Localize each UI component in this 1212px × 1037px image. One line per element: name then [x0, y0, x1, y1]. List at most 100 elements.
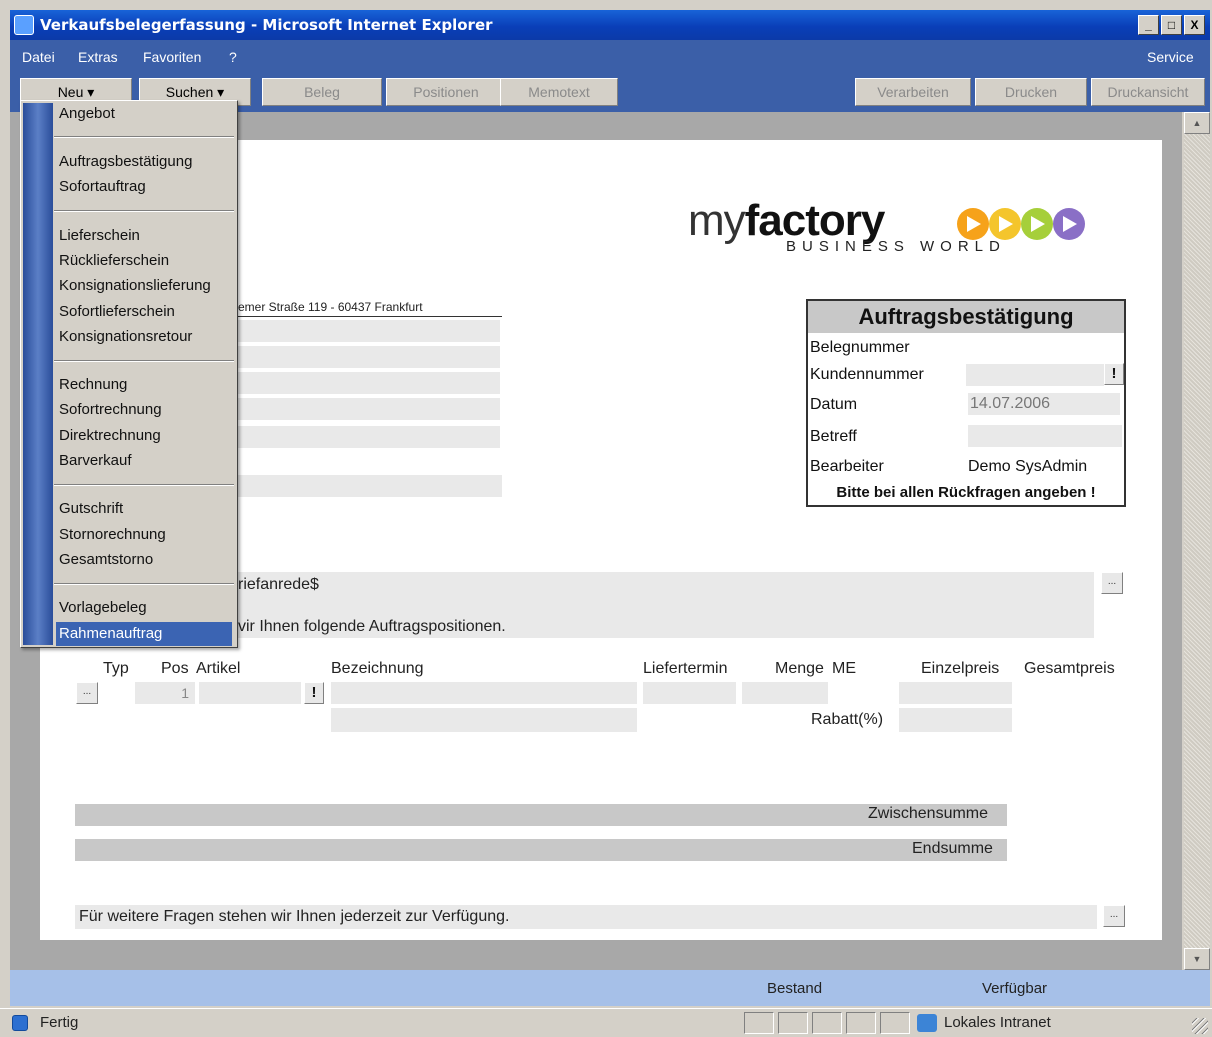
- address-line-1[interactable]: [236, 320, 500, 342]
- logo-arrows: [957, 208, 1085, 240]
- menu-help[interactable]: ?: [229, 49, 237, 65]
- address-line-2[interactable]: [236, 346, 500, 368]
- menu-item-direktrechnung[interactable]: Direktrechnung: [56, 424, 232, 448]
- menu-item-konsignationslieferung[interactable]: Konsignationslieferung: [56, 274, 232, 298]
- einzelpreis-field[interactable]: [899, 682, 1012, 704]
- minimize-button[interactable]: _: [1138, 15, 1159, 35]
- col-bezeichnung: Bezeichnung: [331, 660, 424, 677]
- menu-item-sofortrechnung[interactable]: Sofortrechnung: [56, 398, 232, 422]
- menu-item-rechnung[interactable]: Rechnung: [56, 373, 232, 397]
- menu-item-auftragsbestaetigung[interactable]: Auftragsbestätigung: [56, 150, 232, 174]
- endsumme-label: Endsumme: [912, 840, 993, 857]
- artikel-lookup-button[interactable]: !: [304, 682, 324, 704]
- menge-field[interactable]: [742, 682, 828, 704]
- menu-separator: [54, 583, 234, 585]
- close-button[interactable]: X: [1184, 15, 1205, 35]
- menu-item-sofortlieferschein[interactable]: Sofortlieferschein: [56, 300, 232, 324]
- address-divider: [236, 316, 502, 317]
- stock-info-bar: Bestand Verfügbar: [10, 970, 1210, 1006]
- menu-item-vorlagebeleg[interactable]: Vorlagebeleg: [56, 596, 232, 620]
- ie-icon: [14, 15, 34, 35]
- col-me: ME: [832, 660, 856, 677]
- intranet-zone-icon: [917, 1014, 937, 1032]
- menu-item-gutschrift[interactable]: Gutschrift: [56, 497, 232, 521]
- bezeichnung-extra-field[interactable]: [331, 708, 637, 732]
- menu-item-sofortauftrag[interactable]: Sofortauftrag: [56, 175, 232, 199]
- bearbeiter-value: Demo SysAdmin: [968, 458, 1088, 475]
- maximize-button[interactable]: □: [1161, 15, 1182, 35]
- belegnummer-label: Belegnummer: [810, 339, 910, 356]
- endsumme-bar: [75, 839, 1007, 861]
- page-done-icon: [12, 1015, 28, 1031]
- status-pane: [846, 1012, 876, 1034]
- bearbeiter-label: Bearbeiter: [810, 458, 884, 475]
- liefertermin-field[interactable]: [643, 682, 736, 704]
- datum-label: Datum: [810, 396, 858, 413]
- bezeichnung-field[interactable]: [331, 682, 637, 704]
- menu-service[interactable]: Service: [1147, 49, 1194, 65]
- verfuegbar-label: Verfügbar: [982, 980, 1048, 997]
- resize-grip-icon[interactable]: [1192, 1018, 1208, 1034]
- rabatt-label: Rabatt(%): [811, 711, 884, 728]
- menu-bar: Datei Extras Favoriten ? Service: [10, 40, 1210, 74]
- scroll-up-icon[interactable]: ▲: [1184, 112, 1210, 134]
- menu-separator: [54, 360, 234, 362]
- menu-item-ruecklieferschein[interactable]: Rücklieferschein: [56, 249, 232, 273]
- datum-field[interactable]: 14.07.2006: [968, 393, 1120, 415]
- menu-item-konsignationsretour[interactable]: Konsignationsretour: [56, 325, 232, 349]
- vertical-scrollbar[interactable]: ▲ ▼: [1184, 112, 1210, 970]
- status-text: Fertig: [40, 1014, 79, 1031]
- intro-text: vir Ihnen folgende Auftragspositionen.: [238, 618, 506, 635]
- verarbeiten-button[interactable]: Verarbeiten: [855, 78, 971, 106]
- druckansicht-button[interactable]: Druckansicht: [1091, 78, 1205, 106]
- menu-separator: [54, 484, 234, 486]
- document-type-title: Auftragsbestätigung: [808, 301, 1124, 333]
- scroll-down-icon[interactable]: ▼: [1184, 948, 1210, 970]
- betreff-field[interactable]: [968, 425, 1122, 447]
- memotext-button[interactable]: Memotext: [500, 78, 618, 106]
- positionen-button[interactable]: Positionen: [386, 78, 506, 106]
- status-pane: [744, 1012, 774, 1034]
- menu-item-lieferschein[interactable]: Lieferschein: [56, 224, 232, 248]
- kundennummer-lookup-button[interactable]: !: [1104, 363, 1124, 385]
- zwischensumme-label: Zwischensumme: [868, 805, 989, 822]
- col-einzelpreis: Einzelpreis: [921, 660, 1000, 677]
- status-bar: Fertig Lokales Intranet: [0, 1008, 1212, 1037]
- reference-hint: Bitte bei allen Rückfragen angeben !: [836, 484, 1096, 501]
- closing-edit-button[interactable]: ...: [1103, 905, 1125, 927]
- col-gesamtpreis: Gesamtpreis: [1024, 660, 1115, 677]
- artikel-field[interactable]: [199, 682, 301, 704]
- rabatt-field[interactable]: [899, 708, 1012, 732]
- kundennummer-label: Kundennummer: [810, 366, 924, 383]
- address-line-4[interactable]: [236, 398, 500, 420]
- pos-field[interactable]: 1: [135, 682, 195, 704]
- document-header-box: Auftragsbestätigung Belegnummer Kundennu…: [806, 299, 1126, 507]
- title-bar: Verkaufsbelegerfassung - Microsoft Inter…: [10, 10, 1210, 40]
- kundennummer-field[interactable]: [966, 364, 1104, 386]
- status-pane: [778, 1012, 808, 1034]
- col-typ: Typ: [103, 660, 129, 677]
- salutation-edit-button[interactable]: ...: [1101, 572, 1123, 594]
- menu-item-gesamtstorno[interactable]: Gesamtstorno: [56, 548, 232, 572]
- menu-item-stornorechnung[interactable]: Stornorechnung: [56, 523, 232, 547]
- address-line-6[interactable]: [236, 475, 502, 497]
- menu-favoriten[interactable]: Favoriten: [143, 49, 201, 65]
- menu-side-stripe: [23, 103, 53, 645]
- col-pos: Pos: [161, 660, 189, 677]
- status-pane: [812, 1012, 842, 1034]
- menu-datei[interactable]: Datei: [22, 49, 55, 65]
- menu-item-rahmenauftrag[interactable]: Rahmenauftrag: [56, 622, 232, 646]
- menu-separator: [54, 210, 234, 212]
- menu-extras[interactable]: Extras: [78, 49, 118, 65]
- address-line-3[interactable]: [236, 372, 500, 394]
- address-line-5[interactable]: [236, 426, 500, 448]
- beleg-button[interactable]: Beleg: [262, 78, 382, 106]
- closing-text: Für weitere Fragen stehen wir Ihnen jede…: [79, 908, 510, 925]
- position-type-button[interactable]: ...: [76, 682, 98, 704]
- sender-address: emer Straße 119 - 60437 Frankfurt: [238, 300, 423, 314]
- salutation-text: riefanrede$: [238, 576, 319, 593]
- menu-item-angebot[interactable]: Angebot: [56, 102, 232, 126]
- col-artikel: Artikel: [196, 660, 241, 677]
- menu-item-barverkauf[interactable]: Barverkauf: [56, 449, 232, 473]
- drucken-button[interactable]: Drucken: [975, 78, 1087, 106]
